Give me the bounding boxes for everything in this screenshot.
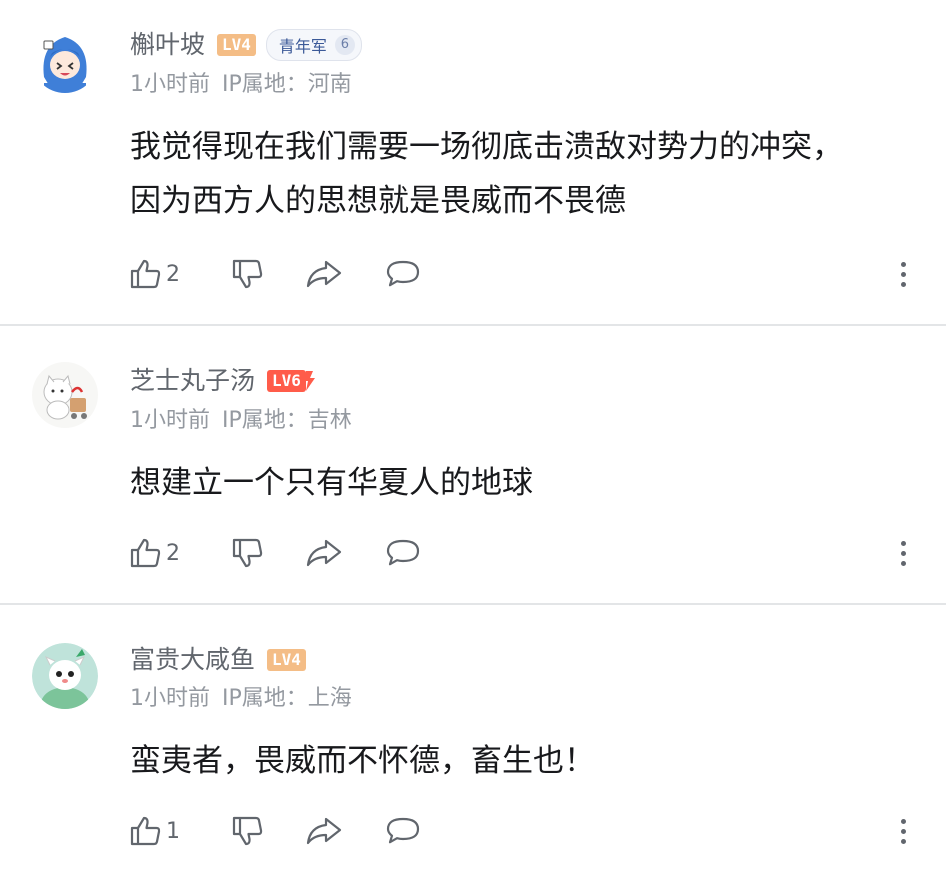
fan-medal-level: 6	[334, 35, 355, 55]
more-options-button[interactable]	[890, 533, 916, 573]
ip-label: IP属地：	[222, 686, 308, 711]
comment-time: 1小时前	[130, 686, 210, 711]
comment-actions: 1	[128, 811, 422, 851]
avatar[interactable]	[32, 27, 98, 93]
fan-medal-badge[interactable]: 青年军 6	[265, 29, 362, 61]
share-button[interactable]	[306, 254, 344, 294]
thumb-down-icon	[232, 259, 263, 289]
like-button[interactable]: 1	[128, 811, 204, 851]
comment-time: 1小时前	[130, 408, 210, 433]
more-vertical-icon	[900, 818, 906, 824]
comment-text: 蛮夷者，畏威而不怀德，畜生也！	[130, 743, 595, 779]
thumb-up-icon	[130, 538, 161, 568]
like-button[interactable]: 2	[128, 254, 204, 294]
comment-text: 我觉得现在我们需要一场彻底击溃敌对势力的冲突，因为西方人的思想就是畏威而不畏德	[130, 129, 843, 219]
username[interactable]: 槲叶坡	[130, 28, 205, 62]
more-dot	[900, 550, 906, 556]
ip-location: 吉林	[307, 408, 352, 433]
avatar-cartoon-image	[32, 643, 98, 709]
avatar[interactable]	[32, 643, 98, 709]
comment-meta: 1小时前 IP属地：吉林	[130, 406, 352, 436]
share-arrow-icon	[306, 539, 342, 567]
chat-bubble-icon	[386, 539, 420, 566]
like-count: 2	[166, 540, 180, 566]
level-badge: LV4	[267, 649, 306, 671]
avatar-anime-girl-image	[32, 27, 98, 93]
share-arrow-icon	[306, 260, 342, 288]
comment-actions: 2	[128, 254, 422, 294]
reply-button[interactable]	[384, 533, 422, 573]
ip-label: IP属地：	[222, 72, 308, 97]
comment-actions: 2	[128, 533, 422, 573]
ip-location: 上海	[307, 686, 352, 711]
reply-button[interactable]	[384, 254, 422, 294]
thumb-up-icon	[130, 816, 161, 846]
comment-time: 1小时前	[130, 72, 210, 97]
lightning-icon	[303, 371, 315, 391]
ip-location: 河南	[307, 72, 352, 97]
share-button[interactable]	[306, 533, 344, 573]
avatar-cat-image	[32, 362, 98, 428]
chat-bubble-icon	[386, 817, 420, 844]
level-badge: LV6	[267, 370, 306, 392]
avatar[interactable]	[32, 362, 98, 428]
thumb-up-icon	[130, 259, 161, 289]
more-dot	[900, 838, 906, 844]
level-badge: LV4	[217, 34, 256, 56]
comment-header: 芝士丸子汤 LV6	[130, 364, 316, 398]
fan-medal-label: 青年军	[278, 37, 327, 56]
more-dot	[900, 271, 906, 277]
divider	[0, 603, 946, 605]
chat-bubble-icon	[386, 260, 420, 287]
dislike-button[interactable]	[230, 811, 266, 851]
more-dot	[900, 560, 906, 566]
more-dot	[900, 281, 906, 287]
comment-text: 想建立一个只有华夏人的地球	[130, 465, 533, 501]
more-options-button[interactable]	[890, 254, 916, 294]
reply-button[interactable]	[384, 811, 422, 851]
divider	[0, 324, 946, 326]
comment-meta: 1小时前 IP属地：上海	[130, 684, 352, 714]
share-arrow-icon	[306, 817, 342, 845]
more-dot	[900, 828, 906, 834]
comment-header: 富贵大咸鱼 LV4	[130, 643, 306, 677]
like-count: 1	[166, 818, 180, 844]
more-vertical-icon	[900, 261, 906, 267]
ip-label: IP属地：	[222, 408, 308, 433]
more-vertical-icon	[900, 540, 906, 546]
like-count: 2	[166, 261, 180, 287]
dislike-button[interactable]	[230, 254, 266, 294]
like-button[interactable]: 2	[128, 533, 204, 573]
thumb-down-icon	[232, 816, 263, 846]
share-button[interactable]	[306, 811, 344, 851]
comment-meta: 1小时前 IP属地：河南	[130, 70, 352, 100]
username[interactable]: 富贵大咸鱼	[130, 643, 255, 677]
thumb-down-icon	[232, 538, 263, 568]
dislike-button[interactable]	[230, 533, 266, 573]
more-options-button[interactable]	[890, 811, 916, 851]
username[interactable]: 芝士丸子汤	[130, 364, 255, 398]
comment-header: 槲叶坡 LV4 青年军 6	[130, 28, 362, 62]
